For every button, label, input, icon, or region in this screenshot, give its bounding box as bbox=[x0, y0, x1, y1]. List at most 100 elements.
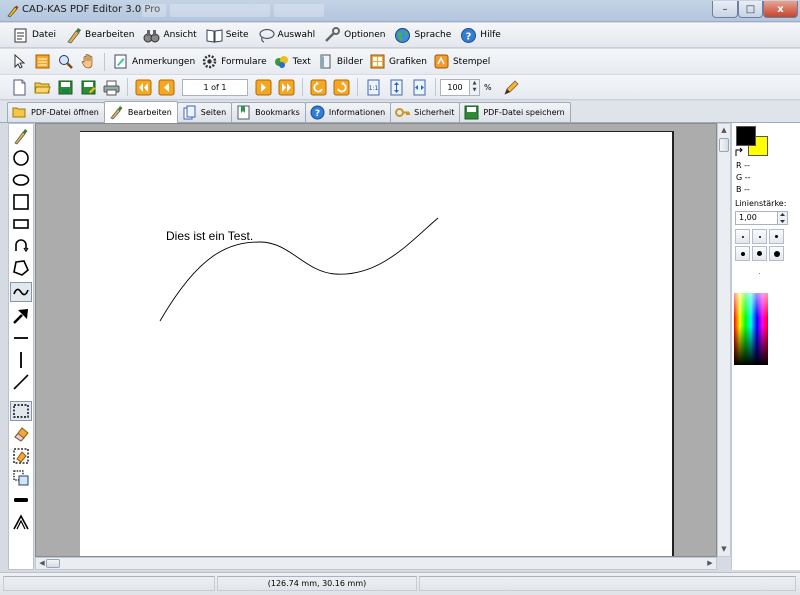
horizontal-line-tool[interactable] bbox=[10, 328, 32, 348]
first-page-button[interactable] bbox=[132, 76, 155, 98]
copy-region-tool[interactable] bbox=[10, 468, 32, 488]
previous-page-button[interactable] bbox=[155, 76, 178, 98]
zoom-unit: % bbox=[484, 82, 492, 92]
scroll-right-button[interactable]: ▶ bbox=[704, 558, 716, 569]
maximize-button[interactable]: □ bbox=[738, 1, 763, 18]
menu-hilfe[interactable]: ? Hilfe bbox=[456, 24, 504, 46]
actual-size-button[interactable]: 1:1 bbox=[362, 76, 385, 98]
annotations-button[interactable]: Anmerkungen bbox=[109, 51, 198, 73]
menu-seite[interactable]: Seite bbox=[202, 24, 253, 46]
line-width-spinner[interactable] bbox=[777, 211, 788, 225]
image-frame-icon bbox=[320, 54, 331, 69]
diagonal-line-tool[interactable] bbox=[10, 372, 32, 392]
square-tool[interactable] bbox=[10, 192, 32, 212]
save-as-button[interactable] bbox=[77, 76, 100, 98]
color-spectrum-picker[interactable] bbox=[734, 293, 768, 365]
line-width-preset-1[interactable] bbox=[735, 229, 750, 244]
scroll-down-button[interactable]: ▼ bbox=[718, 543, 730, 556]
arrow-tool[interactable] bbox=[10, 306, 32, 326]
line-width-preset-4[interactable] bbox=[735, 246, 750, 261]
document-icon bbox=[14, 28, 27, 42]
vertical-scroll-thumb[interactable] bbox=[719, 138, 729, 152]
tab-save-pdf[interactable]: PDF-Datei speichern bbox=[459, 102, 571, 122]
properties-panel: R -- G -- B -- Linienstärke: 1,00 bbox=[731, 123, 800, 570]
spin-up[interactable]: ▲ bbox=[470, 80, 479, 87]
svg-text:1:1: 1:1 bbox=[369, 85, 379, 92]
brush-tool[interactable] bbox=[10, 126, 32, 146]
menu-sprache[interactable]: Sprache bbox=[390, 24, 455, 46]
tab-pages[interactable]: Seiten bbox=[176, 102, 233, 122]
line-width-preset-6[interactable] bbox=[769, 246, 784, 261]
minimize-button[interactable]: – bbox=[712, 1, 738, 18]
forms-button[interactable]: Formulare bbox=[198, 51, 269, 73]
zoom-tool[interactable] bbox=[54, 51, 77, 73]
rotate-left-button[interactable] bbox=[307, 76, 330, 98]
line-width-preset-5[interactable] bbox=[752, 246, 767, 261]
fit-width-button[interactable] bbox=[408, 76, 431, 98]
forms-label: Formulare bbox=[221, 56, 267, 67]
tab-edit[interactable]: Bearbeiten bbox=[103, 101, 178, 123]
angle-tool[interactable] bbox=[10, 512, 32, 532]
fill-select-tool[interactable] bbox=[10, 446, 32, 466]
open-folder-button[interactable] bbox=[31, 76, 54, 98]
stamps-button[interactable]: Stempel bbox=[430, 51, 493, 73]
line-width-tool[interactable] bbox=[10, 490, 32, 510]
graphics-button[interactable]: Grafiken bbox=[366, 51, 430, 73]
curve-tool[interactable] bbox=[10, 282, 32, 302]
circle-tool[interactable] bbox=[10, 148, 32, 168]
spin-down[interactable]: ▼ bbox=[470, 87, 479, 94]
tab-open-pdf[interactable]: PDF-Datei öffnen bbox=[7, 102, 105, 122]
foreground-color-swatch[interactable] bbox=[736, 126, 756, 146]
fit-height-button[interactable] bbox=[385, 76, 408, 98]
page-indicator[interactable]: 1 of 1 bbox=[182, 78, 248, 96]
images-button[interactable]: Bilder bbox=[314, 51, 366, 73]
swap-colors-icon[interactable] bbox=[735, 147, 745, 157]
save-button[interactable] bbox=[54, 76, 77, 98]
pdf-page[interactable]: Dies ist ein Test. bbox=[80, 131, 674, 557]
vertical-scrollbar[interactable]: ▲ ▼ bbox=[717, 123, 731, 557]
polygon-tool[interactable] bbox=[10, 258, 32, 278]
menu-bearbeiten[interactable]: Bearbeiten bbox=[61, 24, 138, 46]
vertical-line-tool[interactable] bbox=[10, 350, 32, 370]
pointer-tool[interactable] bbox=[8, 51, 31, 73]
hand-tool[interactable] bbox=[77, 51, 100, 73]
zoom-input[interactable]: 100 bbox=[440, 78, 470, 96]
ellipse-tool[interactable] bbox=[10, 170, 32, 190]
arc-tool[interactable] bbox=[10, 236, 32, 256]
line-width-preset-3[interactable] bbox=[769, 229, 784, 244]
print-button[interactable] bbox=[100, 76, 123, 98]
eraser-tool[interactable] bbox=[10, 424, 32, 444]
drawn-curve[interactable] bbox=[80, 132, 674, 557]
next-page-button[interactable] bbox=[252, 76, 275, 98]
selection-tool[interactable] bbox=[31, 51, 54, 73]
pen-settings-button[interactable] bbox=[500, 76, 523, 98]
rectangle-select-tool[interactable] bbox=[10, 401, 32, 421]
tab-information[interactable]: ? Informationen bbox=[304, 102, 392, 122]
pencil-icon bbox=[503, 80, 519, 95]
rotate-right-icon bbox=[333, 79, 350, 95]
line-width-input[interactable]: 1,00 bbox=[735, 211, 779, 225]
blue-value: B -- bbox=[736, 185, 750, 194]
new-document-button[interactable] bbox=[8, 76, 31, 98]
close-button[interactable]: x bbox=[763, 1, 798, 18]
line-width-preset-2[interactable] bbox=[752, 229, 767, 244]
menu-ansicht[interactable]: Ansicht bbox=[139, 24, 200, 46]
text-button[interactable]: Text bbox=[270, 51, 314, 73]
horizontal-scrollbar[interactable]: ◀ ▶ bbox=[35, 557, 717, 570]
zoom-spinner[interactable]: ▲ ▼ bbox=[470, 78, 480, 96]
ellipse-icon bbox=[12, 174, 30, 186]
rectangle-tool[interactable] bbox=[10, 214, 32, 234]
menu-optionen[interactable]: Optionen bbox=[320, 24, 389, 46]
tab-security[interactable]: Sicherheit bbox=[390, 102, 461, 122]
horizontal-scroll-thumb[interactable] bbox=[46, 559, 60, 568]
document-canvas[interactable]: Dies ist ein Test. bbox=[35, 123, 717, 557]
tab-label: Bearbeiten bbox=[127, 108, 172, 117]
rotate-right-button[interactable] bbox=[330, 76, 353, 98]
menu-datei[interactable]: Datei bbox=[8, 24, 60, 46]
tab-bookmarks[interactable]: Bookmarks bbox=[231, 102, 306, 122]
menu-label: Seite bbox=[225, 30, 249, 40]
menu-auswahl[interactable]: Auswahl bbox=[254, 24, 320, 46]
scroll-up-button[interactable]: ▲ bbox=[718, 124, 730, 137]
last-page-button[interactable] bbox=[275, 76, 298, 98]
images-label: Bilder bbox=[336, 56, 363, 67]
